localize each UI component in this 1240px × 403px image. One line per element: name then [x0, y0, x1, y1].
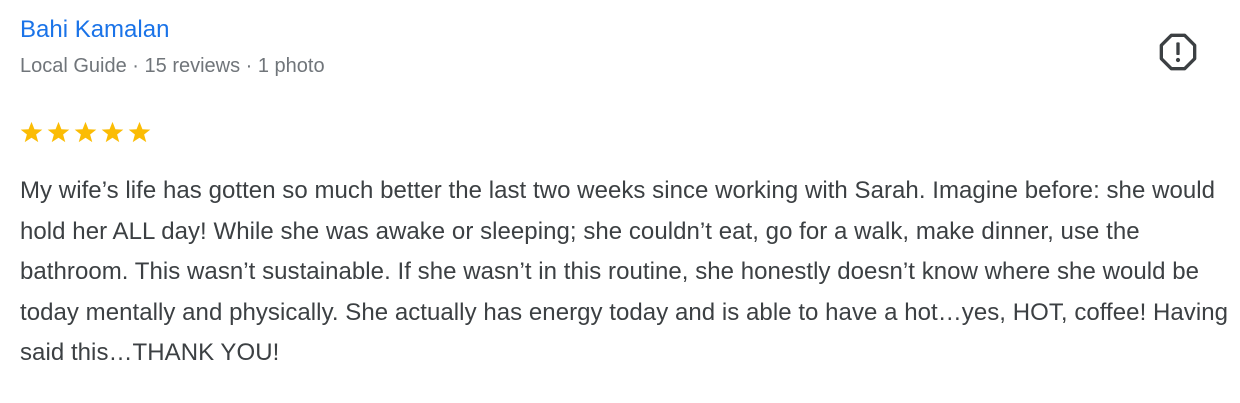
star-icon — [128, 121, 151, 142]
star-icon — [47, 121, 70, 142]
review-card: Bahi Kamalan Local Guide · 15 reviews · … — [0, 0, 1240, 403]
star-rating — [18, 117, 153, 147]
report-review-button[interactable] — [1154, 28, 1202, 76]
reviewer-meta: Local Guide · 15 reviews · 1 photo — [20, 55, 325, 77]
star-icon — [74, 121, 97, 142]
star-icon — [20, 121, 43, 142]
star-icon — [101, 121, 124, 142]
review-text: My wife’s life has gotten so much better… — [20, 177, 1229, 366]
report-flag-icon — [1159, 33, 1197, 71]
reviewer-name-link[interactable]: Bahi Kamalan — [20, 14, 169, 46]
